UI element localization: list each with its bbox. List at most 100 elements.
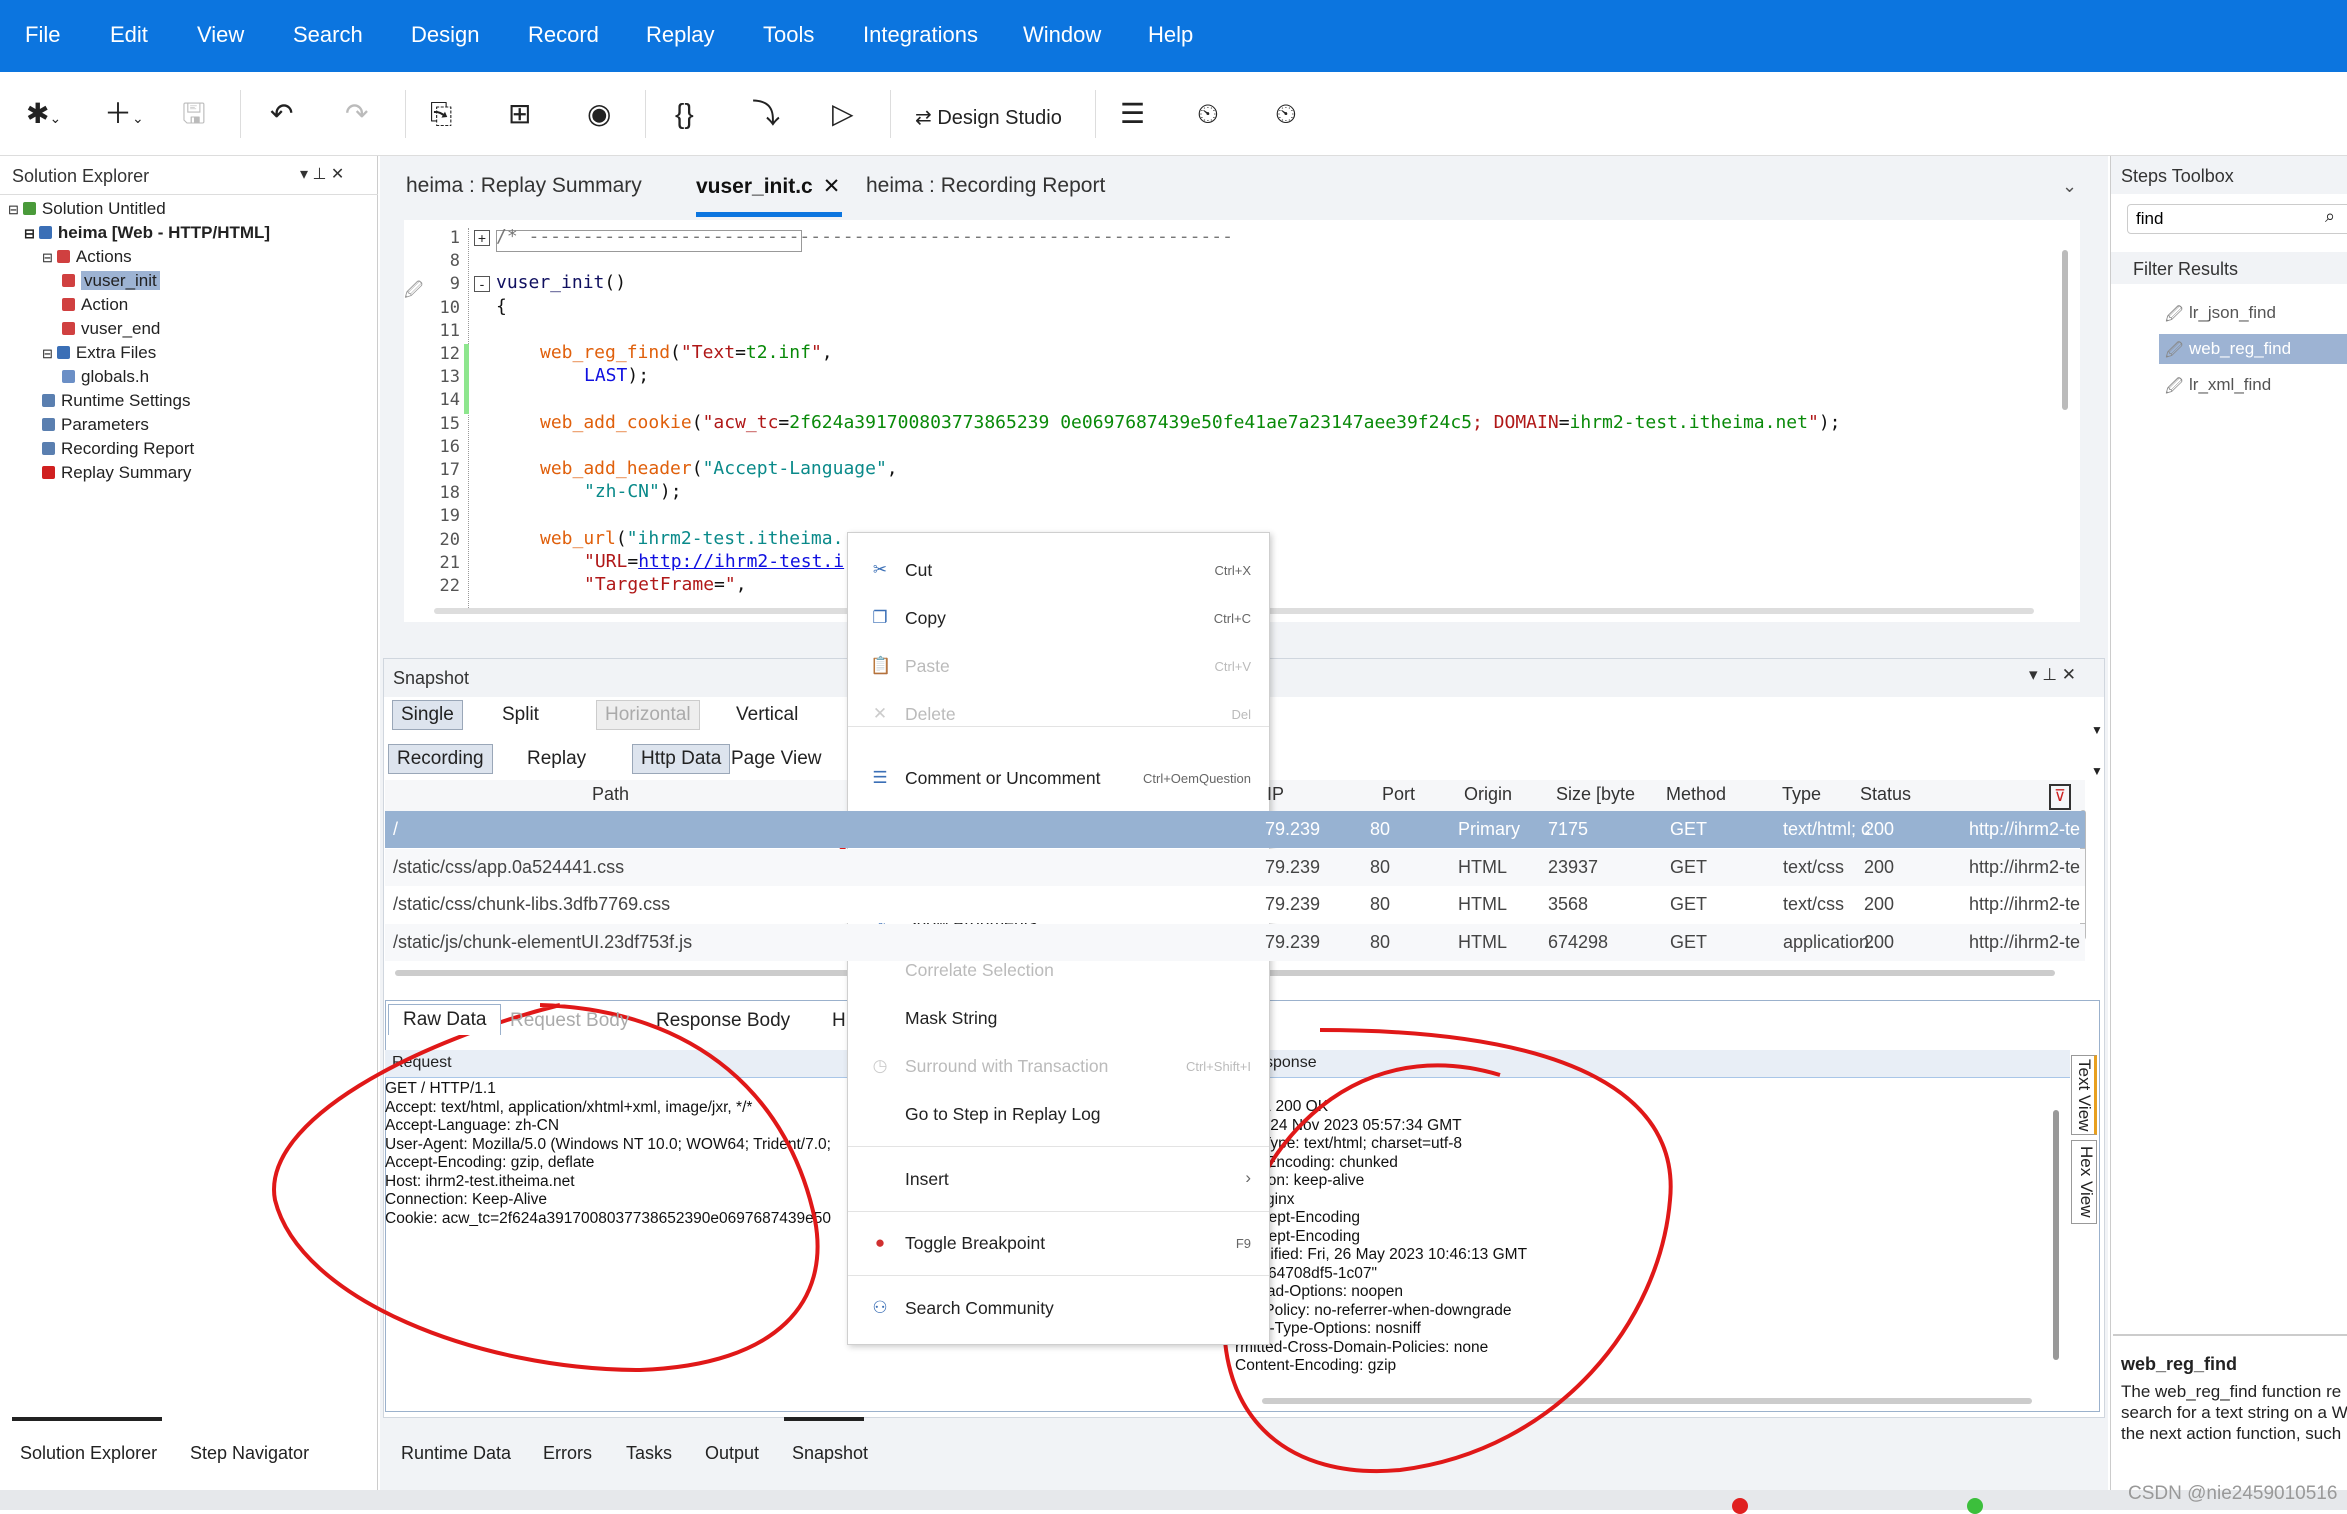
cell-ip: 79.239 [1265, 819, 1321, 839]
menu-separator [848, 726, 1269, 727]
tab-2[interactable]: heima : Recording Report [866, 174, 1105, 198]
watermark: CSDN @nie2459010516 [2128, 1483, 2338, 1504]
menu-item-go-to-step-in-replay-log[interactable]: Go to Step in Replay Log [848, 1094, 1269, 1134]
cell-method: GET [1670, 819, 1708, 839]
cell-origin: Primary [1458, 819, 1520, 839]
menu-item-shortcut: Del [1231, 707, 1251, 722]
step-icon: 🖉 [2165, 377, 2184, 396]
raw-tab-1[interactable]: Request Body [510, 1010, 629, 1032]
menu-item-label: Toggle Breakpoint [905, 1233, 1046, 1253]
table-row[interactable]: / 79.239 80 Primary 7175 GET text/html; c 200 ht… [385, 811, 2085, 848]
cell-ip: 79.239 [1265, 856, 1321, 877]
parse-status-icon [1967, 1498, 1983, 1514]
paste-icon: 📋 [870, 656, 892, 675]
menu-item-paste[interactable]: 📋 Paste Ctrl+V [848, 646, 1269, 686]
menu-item-label: Go to Step in Replay Log [905, 1104, 1101, 1124]
menu-item-label: Cut [905, 560, 933, 580]
column-header[interactable]: Type [1782, 784, 1821, 805]
column-header[interactable]: Path [592, 784, 629, 805]
search-icon[interactable]: ⌕ [2325, 206, 2335, 227]
menu-item-insert[interactable]: Insert › [848, 1159, 1269, 1199]
toolbox-search-input[interactable] [2127, 204, 2347, 234]
help-line: search for a text string on a W [2121, 1403, 2347, 1422]
menu-item-delete[interactable]: ✕ Delete Del [848, 694, 1269, 734]
menu-separator [848, 1211, 1269, 1212]
tab-0[interactable]: heima : Replay Summary [406, 174, 642, 198]
cell-path: / [393, 819, 399, 839]
filter-result-item[interactable]: 🖉 lr_xml_find [2159, 370, 2347, 400]
cell-size: 23937 [1548, 856, 1599, 877]
help-description: The web_reg_find function re search for … [2121, 1381, 2347, 1444]
menu-item-comment-or-uncomment[interactable]: ☰ Comment or Uncomment Ctrl+OemQuestion [848, 758, 1269, 798]
cell-url: http://ihrm2-te [1969, 894, 2081, 914]
bottom-tab-tasks[interactable]: Tasks [626, 1443, 672, 1464]
steps-toolbox-panel: Steps Toolbox ⌕ Filter Results 🖉 lr_json_… [2110, 156, 2347, 1490]
active-tab-indicator [696, 212, 842, 217]
cell-method: GET [1670, 931, 1708, 952]
menu-item-shortcut: › [1245, 1168, 1251, 1187]
menu-item-shortcut: F9 [1235, 1236, 1251, 1251]
cell-type: text/css [1783, 894, 1845, 914]
scissors-icon: ✂ [872, 560, 888, 579]
bottom-tab-runtime-data[interactable]: Runtime Data [401, 1443, 511, 1464]
cell-ip: 79.239 [1265, 894, 1321, 914]
menu-item-surround-with-transaction[interactable]: ◷ Surround with Transaction Ctrl+Shift+I [848, 1046, 1269, 1086]
step-icon: 🖉 [2165, 305, 2184, 324]
filter-result-item[interactable]: 🖉 lr_json_find [2159, 298, 2347, 328]
splitter[interactable] [2113, 1334, 2347, 1336]
raw-tab-2[interactable]: Response Body [656, 1010, 790, 1032]
menu-item-label: Comment or Uncomment [905, 768, 1101, 788]
active-bottom-tab-indicator [12, 1417, 162, 1421]
status-bar [0, 1490, 2347, 1514]
help-title: web_reg_find [2121, 1354, 2238, 1374]
cell-port: 80 [1370, 894, 1391, 914]
table-row[interactable]: /static/css/chunk-libs.3dfb7769.css 79.23… [385, 886, 2085, 923]
comment-icon: ☰ [872, 768, 888, 787]
bottom-tab-output[interactable]: Output [705, 1443, 759, 1464]
filter-result-item[interactable]: 🖉 web_reg_find [2159, 334, 2347, 364]
table-row[interactable]: /static/js/chunk-elementUI.23df753f.js 79… [385, 923, 2085, 961]
cell-path: /static/css/app.0a524441.css [393, 856, 625, 877]
cell-type: text/css [1783, 856, 1845, 877]
tab-label: vuser_init.c [696, 175, 813, 198]
cell-status: 200 [1864, 819, 1895, 839]
cell-port: 80 [1370, 819, 1391, 839]
annotation-circle-right [1222, 1028, 1673, 1473]
toolbox-title: Steps Toolbox [2121, 166, 2234, 186]
menu-item-toggle-breakpoint[interactable]: ● Toggle Breakpoint F9 [848, 1223, 1269, 1263]
delete-icon: ✕ [872, 704, 888, 723]
menu-item-mask-string[interactable]: Mask String [848, 998, 1269, 1038]
cell-status: 200 [1864, 894, 1895, 914]
raw-tab-0[interactable]: Raw Data [388, 1004, 502, 1035]
raw-tab-3[interactable]: H [832, 1010, 846, 1032]
column-header[interactable]: Port [1382, 784, 1415, 805]
column-header[interactable]: Method [1666, 784, 1726, 805]
column-header[interactable]: Status [1860, 784, 1911, 805]
bottom-tab-solution-explorer[interactable]: Solution Explorer [20, 1443, 157, 1464]
bottom-tab-snapshot[interactable]: Snapshot [792, 1443, 868, 1464]
cell-status: 200 [1864, 856, 1895, 877]
menu-item-label: Search Community [905, 1298, 1054, 1318]
tab-1[interactable]: vuser_init.c ✕ [696, 174, 840, 199]
menu-item-shortcut: Ctrl+X [1214, 563, 1251, 578]
menu-item-search-community[interactable]: ⚇ Search Community [848, 1288, 1269, 1328]
cell-size: 3568 [1548, 894, 1589, 914]
cell-method: GET [1670, 856, 1708, 877]
menu-separator [848, 1275, 1269, 1276]
tab-label: heima : Replay Summary [406, 174, 642, 197]
close-icon[interactable]: ✕ [823, 175, 841, 198]
bottom-tab-errors[interactable]: Errors [543, 1443, 592, 1464]
bottom-tab-step-navigator[interactable]: Step Navigator [190, 1443, 309, 1464]
cell-type: text/html; c [1783, 819, 1871, 839]
cell-origin: HTML [1458, 931, 1507, 952]
column-header[interactable]: Origin [1464, 784, 1512, 805]
menu-item-cut[interactable]: ✂ Cut Ctrl+X [848, 550, 1269, 590]
column-header[interactable]: Size [byte [1556, 784, 1635, 805]
cell-ip: 79.239 [1265, 931, 1321, 952]
active-bottom-tab-indicator [784, 1417, 864, 1421]
column-header[interactable]: IP [1267, 784, 1284, 805]
cell-origin: HTML [1458, 856, 1507, 877]
help-line: the next action function, such [2121, 1424, 2342, 1443]
menu-item-copy[interactable]: ❐ Copy Ctrl+C [848, 598, 1269, 638]
table-row[interactable]: /static/css/app.0a524441.css 79.239 80 HTML… [385, 848, 2085, 886]
